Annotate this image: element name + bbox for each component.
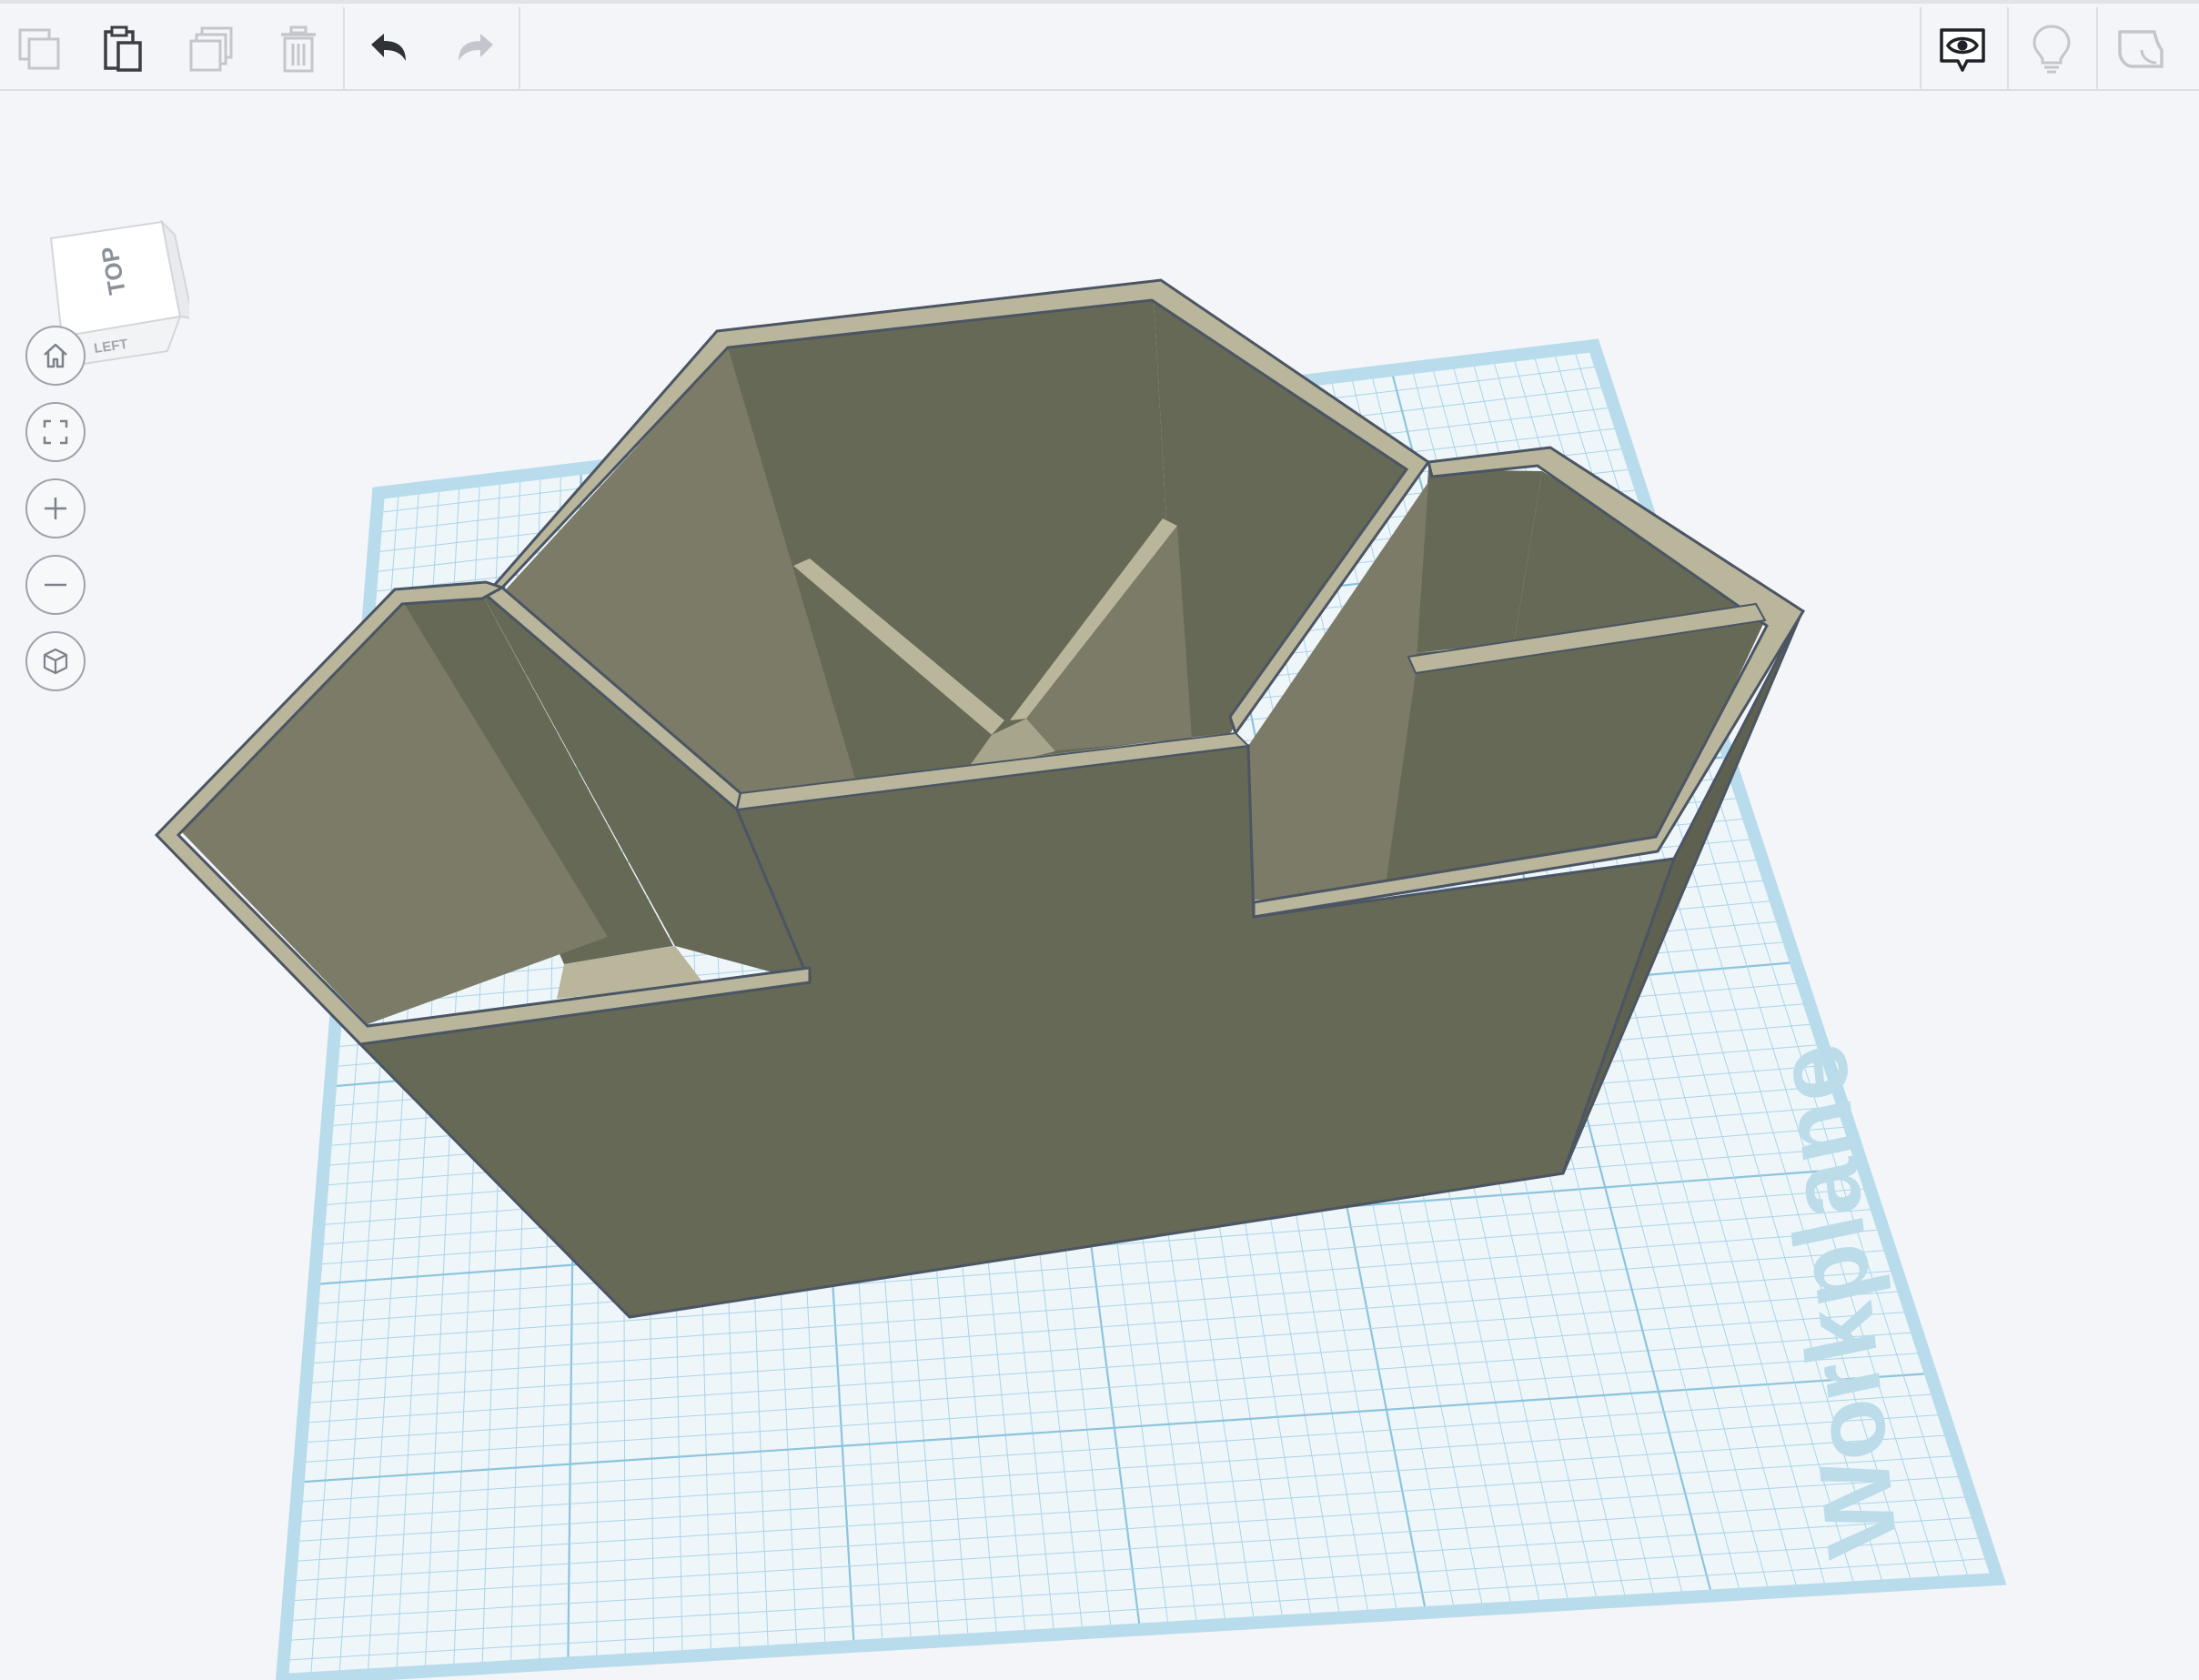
- toolbar-separator: [2007, 7, 2009, 91]
- orthographic-view-button[interactable]: [25, 631, 86, 691]
- scene-canvas[interactable]: Workplane: [0, 91, 2199, 1680]
- 3d-viewport[interactable]: Workplane TOP LEFT: [0, 91, 2199, 1680]
- redo-icon: [459, 34, 493, 61]
- redo-button[interactable]: [437, 13, 515, 86]
- shape-icon: [2118, 30, 2164, 68]
- eye-comment-icon: [1940, 28, 1985, 72]
- zoom-in-button[interactable]: [25, 478, 86, 538]
- copy-button[interactable]: [0, 13, 78, 86]
- app-window: Workplane TOP LEFT: [0, 0, 2199, 1680]
- trash-icon: [281, 25, 316, 73]
- cube-view-icon: [43, 648, 68, 675]
- undo-button[interactable]: [349, 13, 428, 86]
- plus-icon: [45, 498, 66, 519]
- duplicate-icon: [189, 26, 233, 72]
- fit-view-button[interactable]: [25, 402, 86, 462]
- fit-view-icon: [43, 419, 68, 445]
- undo-icon: [371, 34, 406, 61]
- toolbar-separator: [343, 7, 345, 91]
- notes-toggle-button[interactable]: [1923, 13, 2002, 86]
- toolbar-separator: [2096, 7, 2098, 91]
- copy-icon: [18, 28, 60, 70]
- toolbar-separator: [1920, 7, 1922, 91]
- shape-menu-button[interactable]: [2102, 13, 2180, 86]
- toolbar: [0, 0, 2199, 91]
- paste-button[interactable]: [84, 13, 162, 86]
- home-icon: [44, 343, 67, 368]
- hint-button[interactable]: [2012, 13, 2091, 86]
- toolbar-separator: [519, 7, 520, 91]
- duplicate-button[interactable]: [173, 13, 251, 86]
- lightbulb-icon: [2033, 25, 2071, 74]
- delete-button[interactable]: [259, 13, 338, 86]
- paste-icon: [104, 25, 142, 72]
- minus-icon: [45, 583, 66, 587]
- home-view-button[interactable]: [25, 326, 86, 386]
- zoom-out-button[interactable]: [25, 555, 86, 615]
